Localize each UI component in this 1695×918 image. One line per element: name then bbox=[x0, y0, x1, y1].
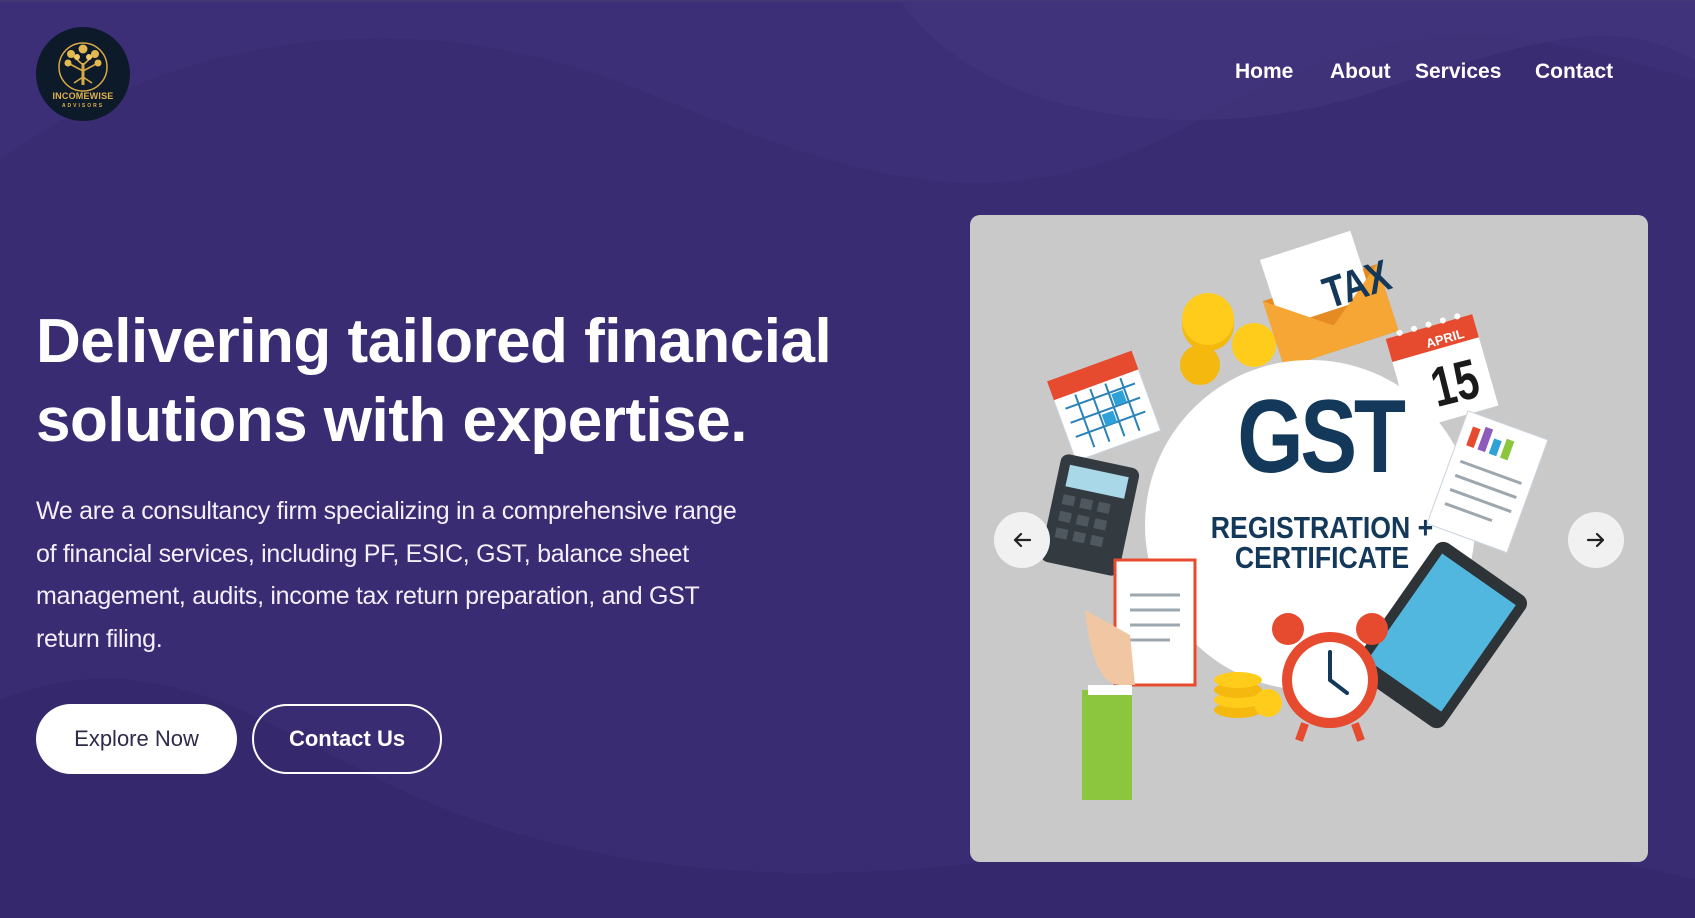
arrow-left-icon bbox=[1013, 532, 1032, 548]
nav-services[interactable]: Services bbox=[1415, 60, 1501, 84]
calendar-day: 15 bbox=[1424, 346, 1486, 419]
carousel-prev-button[interactable] bbox=[994, 512, 1050, 568]
nav-contact[interactable]: Contact bbox=[1535, 60, 1613, 84]
hero-headline: Delivering tailored financial solutions … bbox=[36, 307, 832, 455]
explore-now-button[interactable]: Explore Now bbox=[36, 704, 237, 774]
nav-home[interactable]: Home bbox=[1235, 60, 1293, 84]
carousel-next-button[interactable] bbox=[1568, 512, 1624, 568]
company-logo[interactable]: INCOMEWISE ADVISORS bbox=[36, 27, 130, 121]
brand-tagline: ADVISORS bbox=[61, 103, 105, 109]
nav-about[interactable]: About bbox=[1330, 60, 1391, 84]
slide-subtitle-line2: CERTIFICATE bbox=[1234, 540, 1410, 575]
brand-name: INCOMEWISE bbox=[52, 91, 114, 101]
contact-us-button[interactable]: Contact Us bbox=[252, 704, 442, 774]
arrow-right-icon bbox=[1586, 532, 1605, 548]
image-carousel: TAX APRIL 15 GST REGISTRATION + CERTIFIC… bbox=[970, 215, 1648, 862]
slide-title: GST bbox=[1237, 379, 1406, 495]
hero-description: We are a consultancy firm specializing i… bbox=[36, 497, 737, 653]
